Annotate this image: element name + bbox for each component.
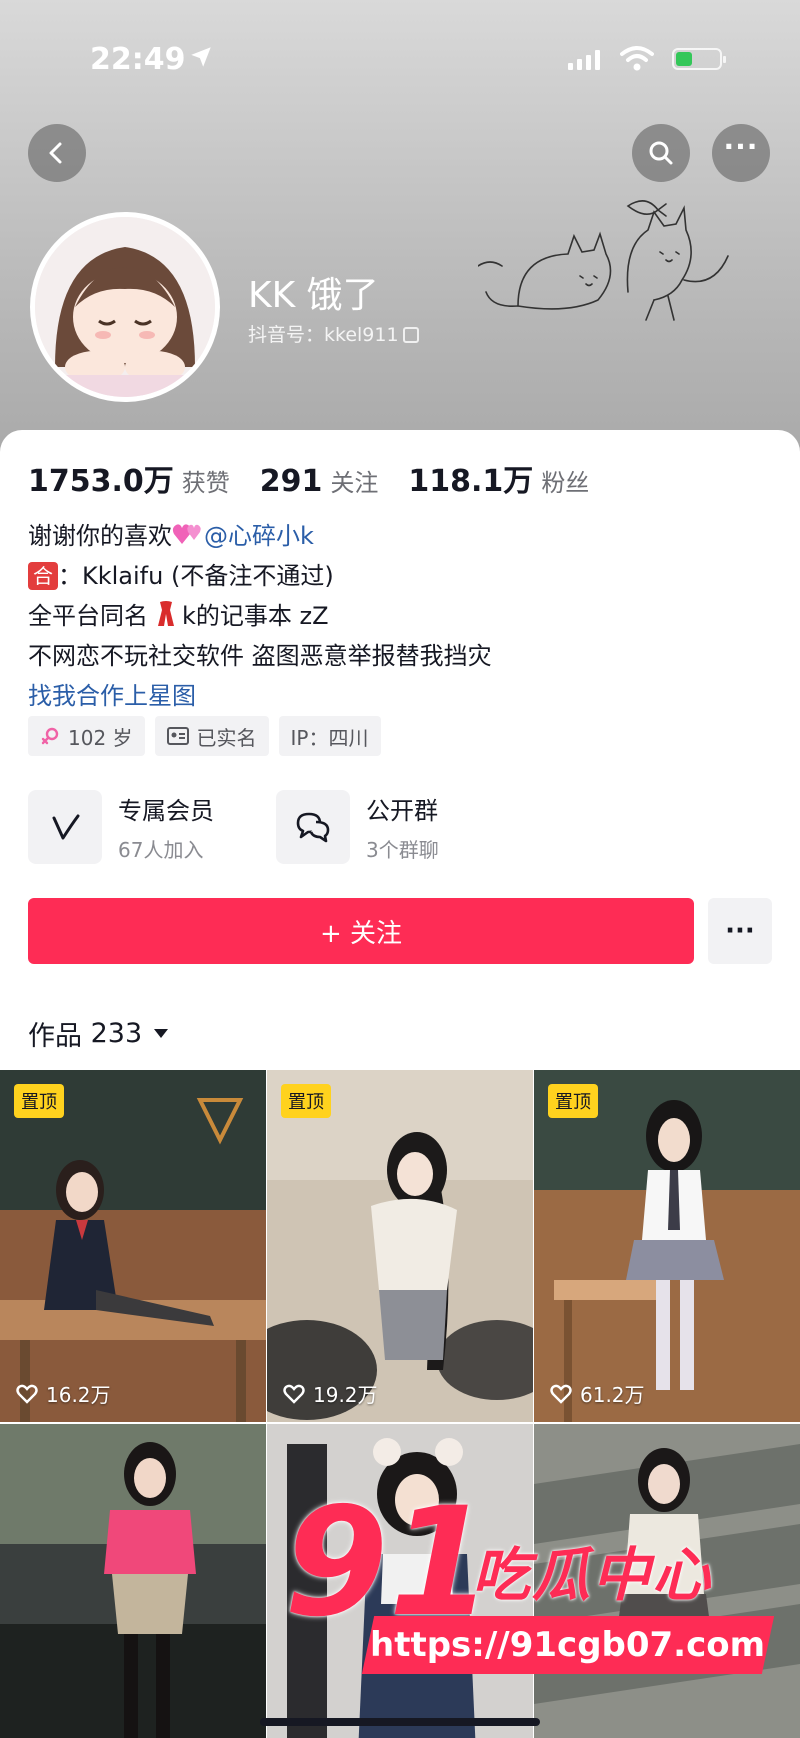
thumbnail-image: [267, 1070, 533, 1422]
ip-location-tag: IP：四川: [278, 716, 381, 756]
site-watermark: 91 吃瓜中心 https://91cgb07.com: [284, 1488, 784, 1688]
age-text: 102 岁: [68, 725, 133, 750]
verified-text: 已实名: [196, 725, 257, 750]
back-button[interactable]: [28, 124, 86, 182]
like-count-text: 19.2万: [313, 1383, 378, 1407]
age-tag: 102 岁: [28, 716, 145, 756]
avatar[interactable]: [30, 212, 220, 402]
entry-text: 专属会员 67人加入: [118, 791, 214, 863]
likes-count: 1753.0万: [28, 464, 174, 499]
bio-text: ：Kklaifu (不备注不通过): [58, 562, 334, 590]
female-icon: [41, 727, 59, 745]
cellular-signal-icon: [568, 48, 600, 70]
cat-doodle-decoration: [478, 200, 729, 321]
works-tab[interactable]: 作品 233: [28, 1014, 169, 1053]
clock: 22:49: [90, 42, 186, 77]
stats-row: 1753.0万 获赞 291 关注 118.1万 粉丝: [28, 456, 619, 500]
heart-outline-icon: [16, 1384, 38, 1404]
profile-tags: 102 岁 已实名 IP：四川: [28, 716, 381, 756]
bio-line-3: 全平台同名 k的记事本 zZ: [28, 596, 492, 636]
search-icon: [649, 141, 673, 165]
like-count: 19.2万: [283, 1379, 378, 1408]
exclusive-membership-entry[interactable]: 专属会员 67人加入: [28, 790, 214, 864]
chevron-left-icon: [49, 142, 62, 164]
pinned-badge: 置顶: [548, 1084, 598, 1118]
verified-tag: 已实名: [154, 716, 269, 756]
bio-line-4: 不网恋不玩社交软件 盗图恶意举报替我挡灾: [28, 642, 492, 670]
thumbnail-image: [534, 1070, 800, 1422]
profile-header: 22:49 ··· KK 饿了 抖音号：kkel911: [0, 0, 800, 460]
bio: 谢谢你的喜欢 @心碎小k 合：Kklaifu (不备注不通过) 全平台同名 k的…: [28, 516, 492, 716]
status-bar: 22:49: [0, 36, 800, 80]
pinned-badge: 置顶: [281, 1084, 331, 1118]
bio-line-1: 谢谢你的喜欢 @心碎小k: [28, 516, 492, 556]
video-thumbnail[interactable]: 置顶 19.2万: [267, 1070, 533, 1422]
avatar-illustration: [35, 217, 215, 397]
video-thumbnail[interactable]: [0, 1424, 266, 1738]
like-count-text: 61.2万: [580, 1383, 645, 1407]
account-id[interactable]: 抖音号：kkel911: [248, 320, 419, 347]
account-id-text: 抖音号：kkel911: [248, 324, 399, 346]
chat-bubbles-icon: [296, 812, 330, 843]
follow-button[interactable]: + 关注: [28, 898, 694, 964]
copy-icon[interactable]: [402, 327, 419, 343]
watermark-url: https://91cgb07.com: [361, 1616, 775, 1674]
works-count: 233: [90, 1018, 143, 1049]
entry-subtitle: 67人加入: [118, 838, 204, 862]
watermark-url-text: https://91cgb07.com: [370, 1625, 766, 1665]
vip-v-icon: [52, 814, 80, 840]
entry-icon-box: [276, 790, 350, 864]
like-count: 16.2万: [16, 1379, 111, 1408]
entry-subtitle: 3个群聊: [366, 838, 439, 862]
entry-title: 专属会员: [118, 797, 214, 825]
two-hearts-icon: [172, 524, 201, 544]
more-dots-icon: ···: [723, 130, 759, 163]
watermark-name: 吃瓜中心: [472, 1541, 713, 1609]
heart-outline-icon: [550, 1384, 572, 1404]
star-map-link[interactable]: 找我合作上星图: [28, 676, 492, 716]
id-card-icon: [166, 727, 189, 745]
battery-icon: [672, 48, 726, 70]
bio-text: k的记事本 zZ: [182, 602, 329, 630]
following-count[interactable]: 291: [260, 464, 323, 499]
search-button[interactable]: [632, 124, 690, 182]
like-count: 61.2万: [550, 1379, 645, 1408]
entry-title: 公开群: [366, 797, 438, 825]
entry-text: 公开群 3个群聊: [366, 791, 439, 863]
bio-text: 全平台同名: [28, 602, 148, 630]
bio-text: 谢谢你的喜欢: [28, 522, 172, 550]
followers-count[interactable]: 118.1万: [408, 456, 533, 500]
nickname: KK 饿了: [248, 275, 379, 316]
ip-text: IP：四川: [290, 725, 369, 750]
video-thumbnail[interactable]: 置顶 16.2万: [0, 1070, 266, 1422]
thumbnail-image: [0, 1424, 266, 1738]
location-arrow-icon: [191, 47, 211, 67]
works-label: 作品: [28, 1021, 82, 1052]
more-options-button[interactable]: ···: [712, 124, 770, 182]
entry-icon-box: [28, 790, 102, 864]
caret-down-icon: [154, 1029, 169, 1038]
likes-label: 获赞: [181, 469, 230, 497]
home-indicator: [260, 1718, 540, 1726]
wifi-icon: [620, 46, 654, 71]
follow-more-button[interactable]: ···: [708, 898, 772, 964]
public-group-entry[interactable]: 公开群 3个群聊: [276, 790, 439, 864]
pinned-badge: 置顶: [14, 1084, 64, 1118]
he-badge-icon: 合: [28, 562, 58, 590]
like-count-text: 16.2万: [46, 1383, 111, 1407]
video-thumbnail[interactable]: 置顶 61.2万: [534, 1070, 800, 1422]
mention-link[interactable]: @心碎小k: [204, 522, 314, 550]
heart-outline-icon: [283, 1384, 305, 1404]
bio-line-2: 合：Kklaifu (不备注不通过): [28, 556, 492, 596]
following-label[interactable]: 关注: [330, 463, 378, 498]
followers-label[interactable]: 粉丝: [541, 463, 589, 498]
thumbnail-image: [0, 1070, 266, 1422]
scarf-icon: [158, 601, 174, 626]
